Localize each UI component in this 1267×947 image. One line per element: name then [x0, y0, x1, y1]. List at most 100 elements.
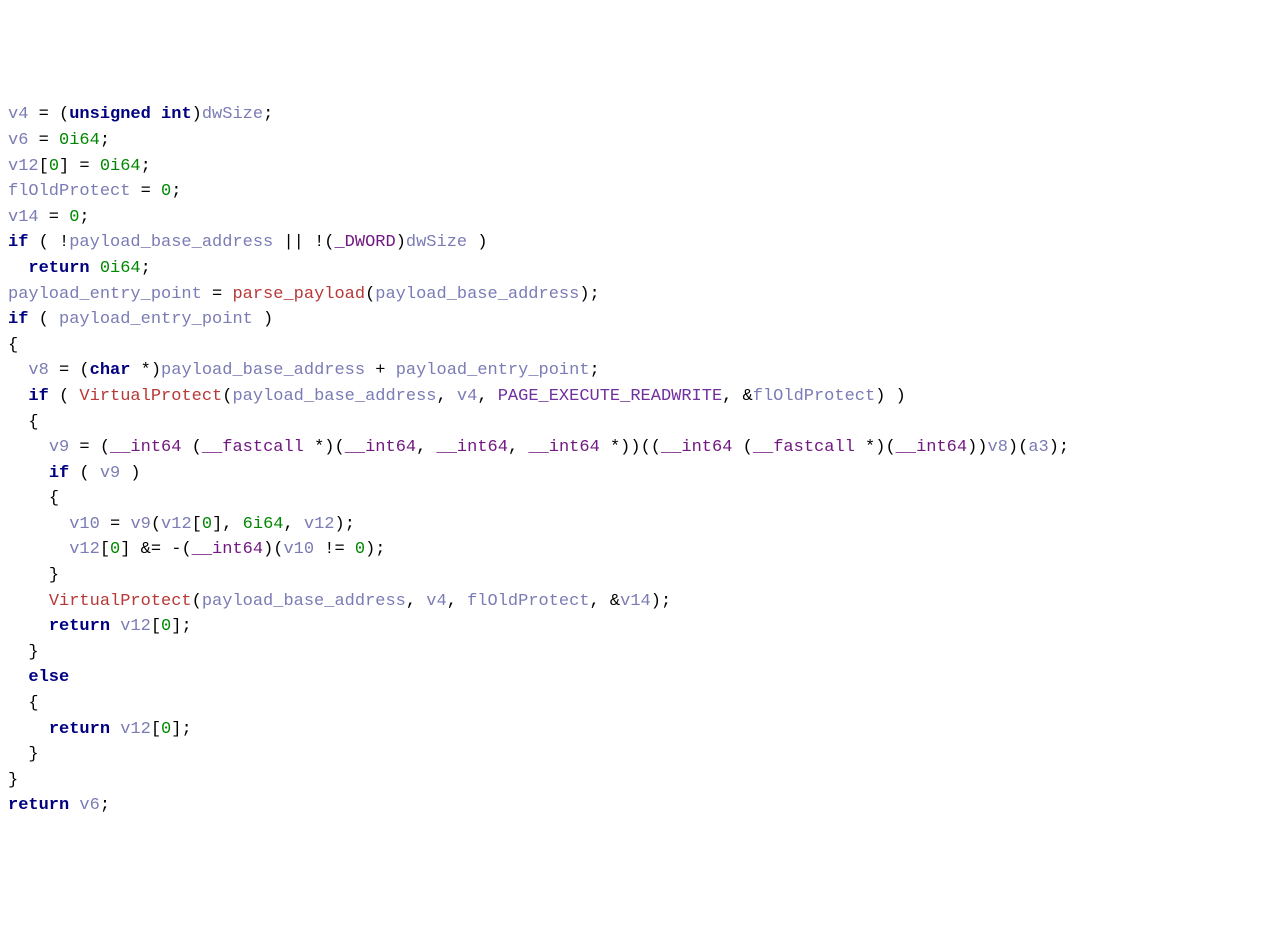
token-t: __int64: [896, 438, 967, 457]
token-v: flOldProtect: [467, 592, 589, 611]
token-t: __fastcall: [202, 438, 304, 457]
token-n: 0: [161, 617, 171, 636]
code-line: v9 = (__int64 (__fastcall *)(__int64, __…: [8, 435, 1259, 461]
token-v: v4: [457, 387, 477, 406]
token-p: =: [39, 208, 70, 227]
token-k: char: [90, 361, 131, 380]
token-k: else: [28, 668, 69, 687]
token-f: VirtualProtect: [49, 592, 192, 611]
token-v: v12: [161, 515, 192, 534]
code-line: v4 = (unsigned int)dwSize;: [8, 102, 1259, 128]
code-line: v8 = (char *)payload_base_address + payl…: [8, 358, 1259, 384]
token-t: __int64: [528, 438, 599, 457]
token-p: ;: [79, 208, 89, 227]
token-v: v10: [69, 515, 100, 534]
token-p: ];: [171, 617, 191, 636]
code-line: {: [8, 486, 1259, 512]
token-n: 0: [202, 515, 212, 534]
token-p: {: [28, 413, 38, 432]
token-p: || !(: [273, 233, 334, 252]
token-v: payload_base_address: [161, 361, 365, 380]
token-p: ( !: [28, 233, 69, 252]
token-n: 0: [49, 157, 59, 176]
token-p: ): [253, 310, 273, 329]
token-p: =: [28, 131, 59, 150]
token-p: ] &= -(: [120, 540, 191, 559]
code-line: }: [8, 640, 1259, 666]
token-v: payload_base_address: [69, 233, 273, 252]
token-v: v12: [8, 157, 39, 176]
token-v: v9: [49, 438, 69, 457]
code-line: payload_entry_point = parse_payload(payl…: [8, 282, 1259, 308]
code-line: {: [8, 691, 1259, 717]
code-line: v12[0] = 0i64;: [8, 154, 1259, 180]
token-p: )): [967, 438, 987, 457]
token-p: *)(: [855, 438, 896, 457]
code-line: }: [8, 768, 1259, 794]
token-p: )(: [1008, 438, 1028, 457]
code-line: }: [8, 742, 1259, 768]
token-v: v9: [100, 464, 120, 483]
token-p: ;: [141, 259, 151, 278]
token-p: ): [120, 464, 140, 483]
token-p: ];: [171, 720, 191, 739]
token-p: ,: [437, 387, 457, 406]
token-p: (: [181, 438, 201, 457]
token-p: = (: [28, 105, 69, 124]
token-p: [110, 720, 120, 739]
token-n: 0: [355, 540, 365, 559]
token-k: if: [28, 387, 48, 406]
token-p: );: [579, 285, 599, 304]
token-n: 0: [161, 182, 171, 201]
token-p: ): [467, 233, 487, 252]
token-t: __int64: [345, 438, 416, 457]
token-p: }: [28, 745, 38, 764]
token-n: 0i64: [59, 131, 100, 150]
token-p: (: [732, 438, 752, 457]
token-p: [110, 617, 120, 636]
token-p: }: [49, 566, 59, 585]
token-p: *): [130, 361, 161, 380]
token-p: *))((: [600, 438, 661, 457]
token-p: ;: [100, 131, 110, 150]
code-line: else: [8, 665, 1259, 691]
token-f: VirtualProtect: [79, 387, 222, 406]
token-v: payload_entry_point: [59, 310, 253, 329]
token-p: ,: [406, 592, 426, 611]
token-p: );: [1049, 438, 1069, 457]
token-p: = (: [69, 438, 110, 457]
token-v: v12: [304, 515, 335, 534]
token-v: v10: [283, 540, 314, 559]
token-p: , &: [590, 592, 621, 611]
token-v: v12: [120, 617, 151, 636]
code-line: v12[0] &= -(__int64)(v10 != 0);: [8, 537, 1259, 563]
token-k: return: [49, 720, 110, 739]
token-p: (: [49, 387, 80, 406]
code-line: return v6;: [8, 793, 1259, 819]
token-v: v8: [28, 361, 48, 380]
token-p: ;: [590, 361, 600, 380]
token-k: return: [8, 796, 69, 815]
token-t: _DWORD: [334, 233, 395, 252]
token-n: 0: [69, 208, 79, 227]
token-p: );: [365, 540, 385, 559]
token-v: payload_base_address: [232, 387, 436, 406]
code-line: if ( VirtualProtect(payload_base_address…: [8, 384, 1259, 410]
token-p: {: [49, 489, 59, 508]
token-p: =: [100, 515, 131, 534]
token-p: ) ): [875, 387, 906, 406]
token-v: v14: [620, 592, 651, 611]
token-p: ,: [508, 438, 528, 457]
token-v: a3: [1028, 438, 1048, 457]
code-line: v6 = 0i64;: [8, 128, 1259, 154]
token-v: v6: [8, 131, 28, 150]
token-p: (: [222, 387, 232, 406]
code-line: return v12[0];: [8, 614, 1259, 640]
token-p: ): [396, 233, 406, 252]
token-v: dwSize: [202, 105, 263, 124]
token-p: )(: [263, 540, 283, 559]
token-p: (: [192, 592, 202, 611]
token-p: ;: [100, 796, 110, 815]
token-v: flOldProtect: [753, 387, 875, 406]
token-v: v9: [130, 515, 150, 534]
